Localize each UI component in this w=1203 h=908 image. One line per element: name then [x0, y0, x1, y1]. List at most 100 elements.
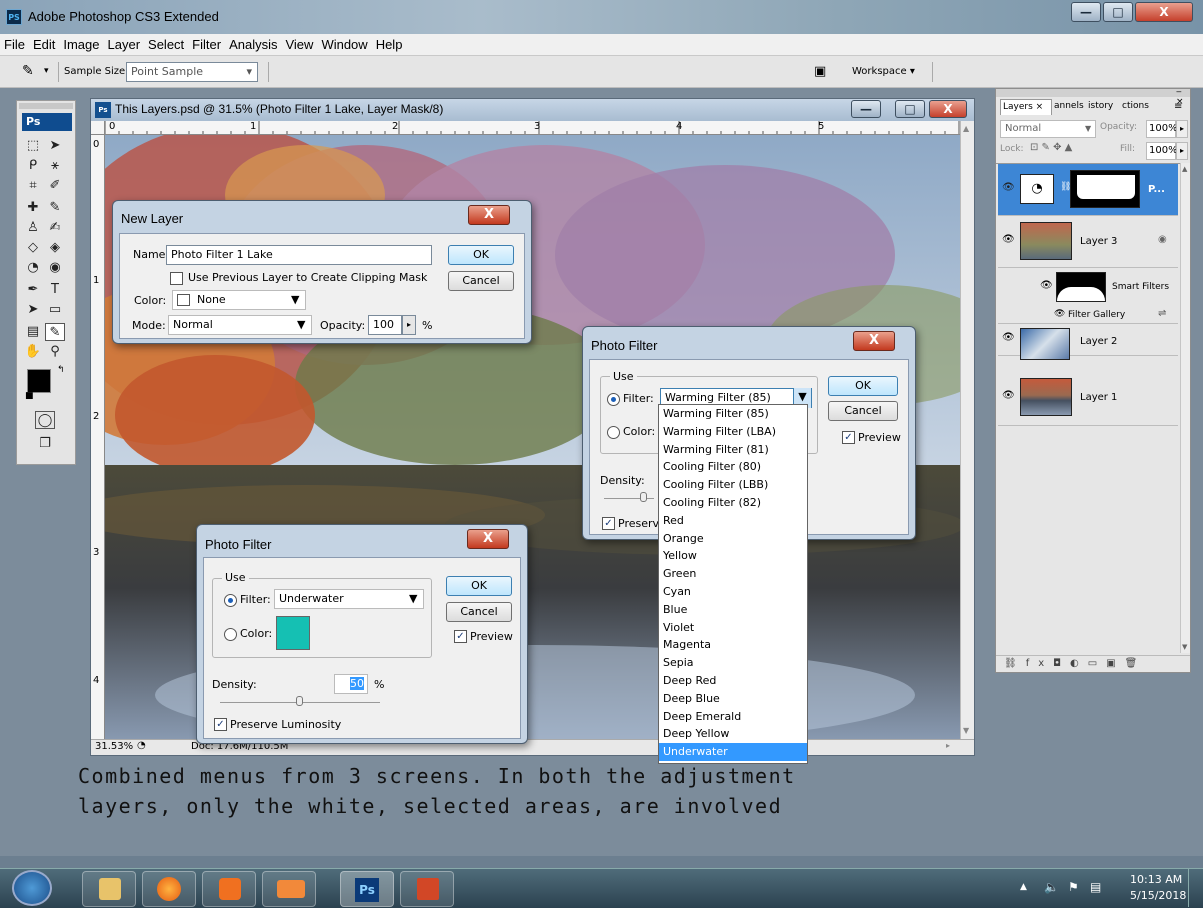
menu-window[interactable]: Window [317, 34, 371, 56]
scroll-up-icon[interactable]: ▲ [1182, 165, 1187, 173]
panel-menu-icon[interactable]: ≡ [1174, 101, 1182, 112]
history-brush-tool-icon[interactable]: ✍ [45, 219, 65, 237]
volume-icon[interactable]: 🔈 [1044, 880, 1059, 894]
workspace-menu[interactable]: Workspace ▾ [852, 66, 915, 77]
menu-select[interactable]: Select [144, 34, 188, 56]
filter-option[interactable]: Violet [659, 619, 807, 637]
ruler-origin[interactable] [91, 121, 105, 135]
layer-opacity-input[interactable]: 100% [1146, 120, 1178, 138]
opacity-input[interactable]: 100 [368, 315, 402, 335]
photo-filter-close-button[interactable]: X [853, 331, 895, 351]
opacity-slider-button[interactable]: ▸ [402, 315, 416, 335]
cancel-button[interactable]: Cancel [446, 602, 512, 622]
layers-scrollbar[interactable]: ▲ ▼ [1180, 163, 1190, 653]
menu-file[interactable]: File [0, 34, 29, 56]
filter-option[interactable]: Deep Yellow [659, 725, 807, 743]
filter-option[interactable]: Deep Red [659, 672, 807, 690]
filter-option[interactable]: Warming Filter (85) [659, 405, 807, 423]
filter-option[interactable]: Cooling Filter (82) [659, 494, 807, 512]
layer-row-layer-2[interactable]: 👁 Layer 2 [998, 326, 1178, 360]
scroll-right-icon[interactable]: ▸ [946, 741, 950, 750]
bridge-icon[interactable]: ▣ [814, 64, 826, 79]
mode-select[interactable]: Normal ▼ [168, 315, 312, 335]
fill-slider-button[interactable]: ▸ [1176, 142, 1188, 160]
menu-view[interactable]: View [281, 34, 317, 56]
color-radio[interactable] [224, 628, 237, 641]
visibility-eye-icon[interactable]: 👁 [1054, 309, 1065, 319]
status-menu-icon[interactable]: ◔ [137, 740, 146, 751]
lasso-tool-icon[interactable]: ᑭ [23, 157, 43, 175]
shape-tool-icon[interactable]: ▭ [45, 301, 65, 319]
filter-option[interactable]: Warming Filter (81) [659, 441, 807, 459]
layer-row-filter-gallery[interactable]: 👁 Filter Gallery ⇌ [998, 308, 1178, 324]
density-input[interactable]: 50 [334, 674, 368, 694]
preserve-luminosity-checkbox[interactable]: ✓ [602, 517, 615, 530]
slice-tool-icon[interactable]: ✐ [45, 177, 65, 195]
tab-channels[interactable]: annels [1054, 101, 1084, 111]
sample-size-select[interactable]: Point Sample ▾ [126, 62, 258, 82]
magic-wand-tool-icon[interactable]: ⚹ [45, 157, 65, 175]
clock-date[interactable]: 5/15/2018 [1130, 889, 1186, 902]
zoom-level[interactable]: 31.53% [95, 741, 133, 752]
panel-header[interactable] [996, 89, 1190, 97]
zoom-tool-icon[interactable]: ⚲ [45, 343, 65, 361]
clock-time[interactable]: 10:13 AM [1130, 873, 1182, 886]
scroll-down-icon[interactable]: ▼ [963, 726, 969, 735]
filter-select[interactable]: Underwater ▼ [274, 589, 424, 609]
menu-image[interactable]: Image [59, 34, 103, 56]
taskbar-photoshop[interactable]: Ps [340, 871, 394, 907]
dodge-tool-icon[interactable]: ◉ [45, 259, 65, 277]
pen-tool-icon[interactable]: ✒ [23, 281, 43, 299]
color-radio[interactable] [607, 426, 620, 439]
layer-color-select[interactable]: None ▼ [172, 290, 306, 310]
taskbar-powerpoint[interactable] [400, 871, 454, 907]
visibility-eye-icon[interactable]: 👁 [1040, 280, 1054, 294]
filter-option[interactable]: Sepia [659, 654, 807, 672]
menu-analysis[interactable]: Analysis [225, 34, 281, 56]
notes-tool-icon[interactable]: ▤ [23, 323, 43, 341]
move-tool-icon[interactable]: ➤ [45, 137, 65, 155]
visibility-eye-icon[interactable]: 👁 [1002, 332, 1016, 346]
filter-blending-options-icon[interactable]: ⇌ [1158, 308, 1166, 319]
marquee-tool-icon[interactable]: ⬚ [23, 137, 43, 155]
photo-filter-close-button[interactable]: X [467, 529, 509, 549]
paint-bucket-tool-icon[interactable]: ◈ [45, 239, 65, 257]
filter-color-swatch[interactable] [276, 616, 310, 650]
taskbar-explorer[interactable] [82, 871, 136, 907]
clone-stamp-tool-icon[interactable]: ♙ [23, 219, 43, 237]
taskbar-media-player[interactable] [202, 871, 256, 907]
action-center-flag-icon[interactable]: ⚑ [1068, 880, 1079, 894]
vertical-scrollbar[interactable]: ▲ ▼ [960, 121, 974, 739]
default-colors-icon[interactable]: ■ [25, 391, 34, 401]
blur-tool-icon[interactable]: ◔ [23, 259, 43, 277]
hand-tool-icon[interactable]: ✋ [23, 343, 43, 361]
layer-row-smart-filters[interactable]: 👁 Smart Filters [998, 268, 1178, 308]
lock-icons[interactable]: ⊡ ✎ ✥ ▲ [1030, 142, 1072, 153]
network-icon[interactable]: ▤ [1090, 880, 1101, 894]
tab-history[interactable]: istory [1088, 101, 1113, 111]
preserve-luminosity-checkbox[interactable]: ✓ [214, 718, 227, 731]
scroll-down-icon[interactable]: ▼ [1182, 643, 1187, 651]
filter-option[interactable]: Red [659, 512, 807, 530]
tool-preset-chevron-icon[interactable]: ▾ [44, 66, 49, 76]
show-desktop-button[interactable] [1188, 869, 1202, 907]
tab-actions[interactable]: ctions [1122, 101, 1149, 111]
brush-tool-icon[interactable]: ✎ [45, 199, 65, 217]
doc-close-button[interactable]: X [929, 100, 967, 118]
screen-mode-icon[interactable]: ❐ [35, 435, 55, 453]
filter-option[interactable]: Cyan [659, 583, 807, 601]
close-button[interactable]: X [1135, 2, 1193, 22]
layer-row-photo-filter[interactable]: 👁 ◔ ⛓ P... [998, 164, 1178, 216]
ok-button[interactable]: OK [828, 376, 898, 396]
minimize-button[interactable]: — [1071, 2, 1101, 22]
taskbar-firefox[interactable] [142, 871, 196, 907]
eyedropper-tool-icon[interactable]: ✎ [45, 323, 65, 341]
taskbar-mail[interactable] [262, 871, 316, 907]
eyedropper-icon[interactable]: ✎ [22, 63, 34, 79]
layers-footer-toolbar[interactable]: ⛓fx◘◐▭▣🗑 [996, 655, 1190, 673]
menu-filter[interactable]: Filter [188, 34, 225, 56]
menu-edit[interactable]: Edit [29, 34, 59, 56]
filter-option[interactable]: Yellow [659, 547, 807, 565]
filter-option[interactable]: Magenta [659, 636, 807, 654]
filter-option[interactable]: Green [659, 565, 807, 583]
